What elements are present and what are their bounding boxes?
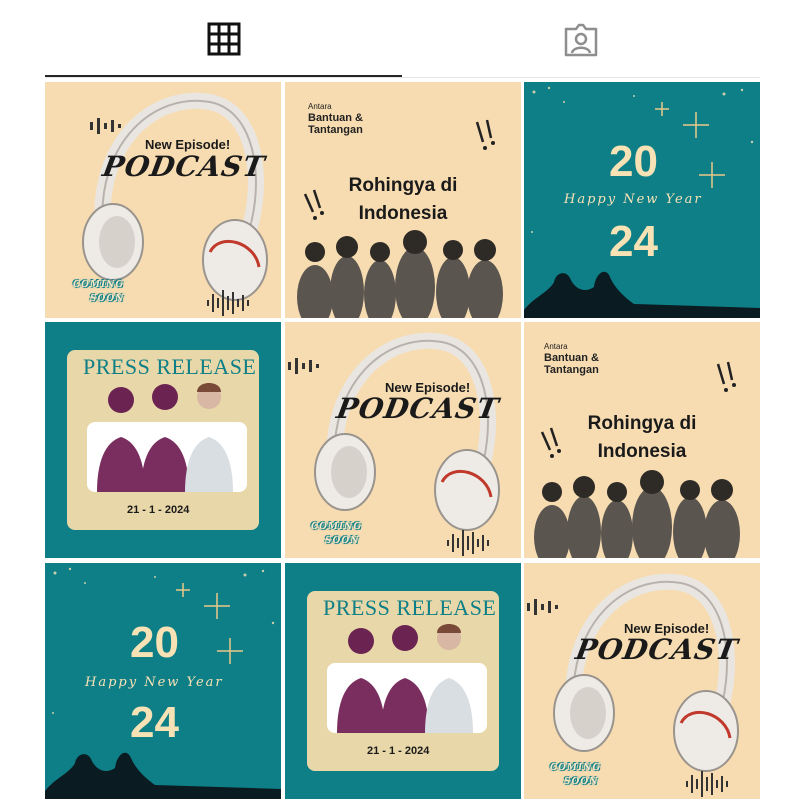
- podcast-title: PODCAST: [334, 392, 502, 425]
- post-press-release[interactable]: PRESS RELEASE 21 - 1 - 2024: [285, 563, 521, 799]
- coming-label: COMING: [73, 280, 125, 290]
- profile-tabs: [45, 0, 760, 80]
- coming-label: COMING: [311, 522, 363, 532]
- podcast-title: PODCAST: [100, 150, 268, 183]
- exclamation-icon: [297, 119, 503, 318]
- soon-label: SOON: [90, 294, 125, 304]
- post-new-year[interactable]: 20 Happy New Year 24: [524, 82, 760, 318]
- post-podcast[interactable]: New Episode! PODCAST COMING SOON: [45, 82, 281, 318]
- year-bottom: 24: [609, 217, 658, 266]
- happy-new-year-text: Happy New Year: [85, 675, 224, 690]
- press-release-date: 21 - 1 - 2024: [127, 504, 190, 516]
- coming-label: COMING: [550, 763, 602, 773]
- tab-posts-grid[interactable]: [45, 0, 402, 78]
- year-top: 20: [130, 618, 179, 667]
- exclamation-icon: [534, 361, 740, 558]
- tagged-person-icon: [564, 23, 598, 57]
- post-press-release[interactable]: PRESS RELEASE 21 - 1 - 2024: [45, 322, 281, 558]
- press-release-date: 21 - 1 - 2024: [367, 745, 430, 757]
- tab-tagged[interactable]: [402, 0, 760, 78]
- post-rohingya[interactable]: Antara Bantuan & Tantangan Rohingya di I…: [285, 82, 521, 318]
- post-new-year[interactable]: 20 Happy New Year 24: [45, 563, 281, 799]
- post-rohingya[interactable]: Antara Bantuan & Tantangan Rohingya di I…: [524, 322, 760, 558]
- soon-label: SOON: [564, 777, 599, 787]
- post-podcast[interactable]: New Episode! PODCAST COMING SOON: [285, 322, 521, 558]
- post-podcast[interactable]: New Episode! PODCAST COMING SOON: [524, 563, 760, 799]
- tabs-divider: [45, 77, 760, 78]
- team-photo: [87, 383, 247, 492]
- grid-icon: [207, 22, 240, 56]
- podcast-title: PODCAST: [573, 633, 741, 666]
- year-top: 20: [609, 137, 658, 186]
- team-photo: [327, 624, 487, 733]
- happy-new-year-text: Happy New Year: [564, 192, 703, 207]
- posts-grid: New Episode! PODCAST COMING SOON Antara …: [45, 82, 760, 799]
- year-bottom: 24: [130, 698, 179, 747]
- soon-label: SOON: [325, 536, 360, 546]
